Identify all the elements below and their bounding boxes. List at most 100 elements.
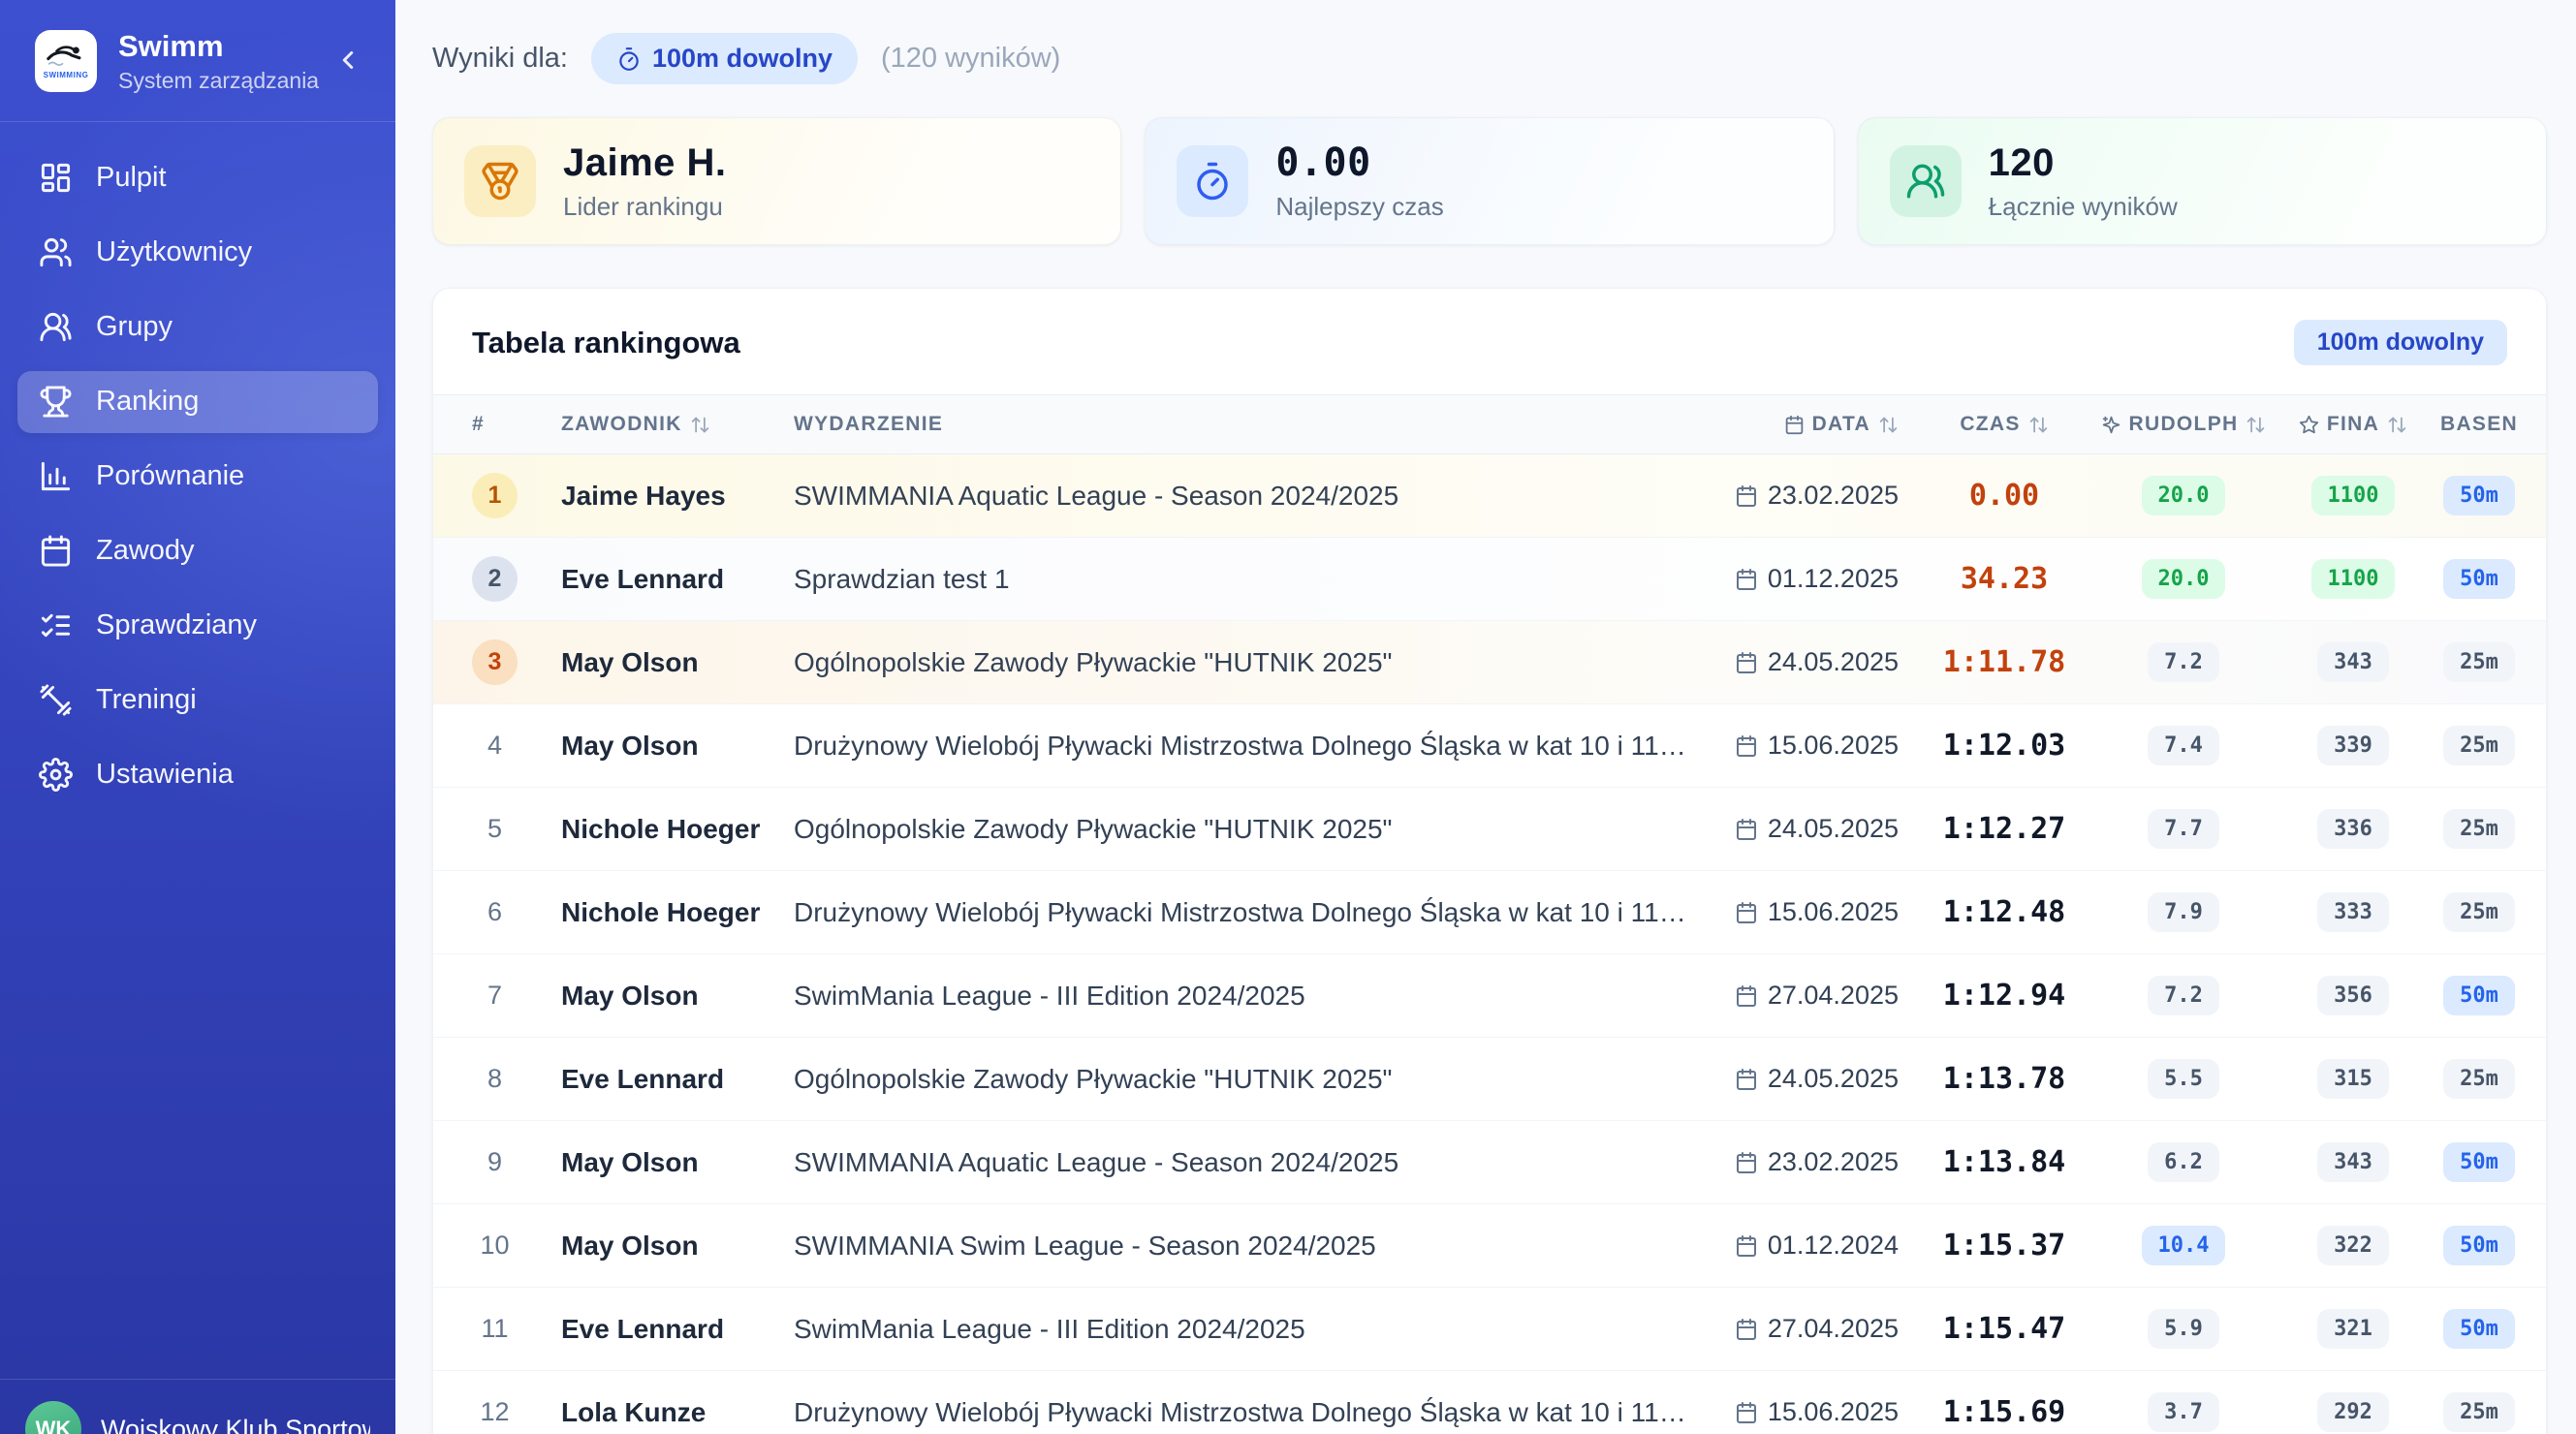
page-header: Wyniki dla: 100m dowolny (120 wyników): [432, 33, 2547, 84]
calendar-icon: [1735, 1318, 1758, 1341]
calendar-icon: [1735, 1151, 1758, 1174]
table-header-row: # Zawodnik Wydarzenie Data Czas Rudolph: [433, 394, 2546, 454]
leader-label: Lider rankingu: [563, 192, 727, 222]
calendar-icon: [1735, 484, 1758, 508]
table-row[interactable]: 6 Nichole Hoeger Drużynowy Wielobój Pływ…: [433, 871, 2546, 954]
table-row[interactable]: 10 May Olson SWIMMANIA Swim League - Sea…: [433, 1204, 2546, 1288]
logo-caption: SWIMMING: [44, 71, 89, 79]
pool-badge: 25m: [2443, 642, 2515, 682]
table-card-header: Tabela rankingowa 100m dowolny: [433, 289, 2546, 394]
rank-badge: 5: [472, 806, 518, 852]
event-name: SWIMMANIA Swim League - Season 2024/2025: [794, 1231, 1718, 1262]
athlete-name: May Olson: [561, 647, 794, 678]
fina-badge: 356: [2317, 976, 2389, 1015]
stat-cards: Jaime H. Lider rankingu 0.00 Najlepszy c…: [432, 117, 2547, 245]
pool-badge: 25m: [2443, 1392, 2515, 1432]
rudolph-badge: 10.4: [2142, 1226, 2226, 1265]
rank-badge: 12: [472, 1389, 518, 1434]
sidebar-item-label: Użytkownicy: [96, 236, 252, 268]
event-name: Ogólnopolskie Zawody Pływackie "HUTNIK 2…: [794, 1064, 1718, 1095]
rudolph-badge: 7.7: [2148, 809, 2219, 849]
table-row[interactable]: 8 Eve Lennard Ogólnopolskie Zawody Pływa…: [433, 1038, 2546, 1121]
rudolph-badge: 6.2: [2148, 1142, 2219, 1182]
sidebar-item-pulpit[interactable]: Pulpit: [17, 147, 378, 209]
results-for-label: Wyniki dla:: [432, 43, 568, 75]
stopwatch-icon: [616, 47, 642, 72]
rudolph-badge: 20.0: [2142, 476, 2226, 515]
table-row[interactable]: 9 May Olson SWIMMANIA Aquatic League - S…: [433, 1121, 2546, 1204]
table-event-chip[interactable]: 100m dowolny: [2294, 320, 2507, 365]
rudolph-badge: 20.0: [2142, 559, 2226, 599]
date-value: 24.05.2025: [1768, 647, 1899, 677]
rank-badge: 8: [472, 1056, 518, 1102]
app-logo: SWIMMING: [35, 30, 97, 92]
table-row[interactable]: 11 Eve Lennard SwimMania League - III Ed…: [433, 1288, 2546, 1371]
time-value: 1:15.47: [1912, 1312, 2096, 1346]
group-icon: [39, 310, 73, 344]
sidebar-item-grupy[interactable]: Grupy: [17, 296, 378, 358]
col-header-data[interactable]: Data: [1718, 413, 1912, 436]
sidebar-item-sprawdziany[interactable]: Sprawdziany: [17, 595, 378, 657]
bar-chart-icon: [39, 459, 73, 493]
date-cell: 27.04.2025: [1718, 981, 1912, 1011]
sidebar-item-porownanie[interactable]: Porównanie: [17, 446, 378, 508]
athlete-name: May Olson: [561, 1147, 794, 1178]
sidebar-item-treningi[interactable]: Treningi: [17, 670, 378, 732]
date-value: 15.06.2025: [1768, 731, 1899, 761]
pool-badge: 25m: [2443, 892, 2515, 932]
calendar-icon: [1784, 415, 1805, 435]
sidebar-user[interactable]: WK Wojskowy Klub Sportowy ...: [0, 1379, 395, 1434]
col-header-fina[interactable]: FINA: [2271, 413, 2435, 436]
col-header-czas[interactable]: Czas: [1912, 413, 2096, 436]
sidebar-item-uzytkownicy[interactable]: Użytkownicy: [17, 222, 378, 284]
table-row[interactable]: 2 Eve Lennard Sprawdzian test 1 01.12.20…: [433, 538, 2546, 621]
rank-badge: 11: [472, 1306, 518, 1352]
star-icon: [2299, 415, 2319, 435]
athlete-name: May Olson: [561, 731, 794, 762]
event-chip-label: 100m dowolny: [652, 44, 832, 74]
rudolph-badge: 7.9: [2148, 892, 2219, 932]
rudolph-badge: 3.7: [2148, 1392, 2219, 1432]
time-value: 0.00: [1912, 479, 2096, 513]
athlete-name: May Olson: [561, 1231, 794, 1262]
event-name: Sprawdzian test 1: [794, 564, 1718, 595]
sidebar-item-ustawienia[interactable]: Ustawienia: [17, 744, 378, 806]
pool-badge: 50m: [2443, 1309, 2515, 1349]
date-value: 24.05.2025: [1768, 814, 1899, 844]
event-filter-chip[interactable]: 100m dowolny: [591, 33, 858, 84]
pool-badge: 25m: [2443, 809, 2515, 849]
sidebar-item-label: Pulpit: [96, 162, 167, 194]
sidebar: SWIMMING Swimm System zarządzania Pulpit…: [0, 0, 395, 1434]
calendar-icon: [1735, 818, 1758, 841]
people-icon: [1890, 145, 1962, 217]
sidebar-collapse-button[interactable]: [328, 40, 368, 83]
table-row[interactable]: 12 Lola Kunze Drużynowy Wielobój Pływack…: [433, 1371, 2546, 1434]
event-name: SwimMania League - III Edition 2024/2025: [794, 981, 1718, 1012]
date-cell: 24.05.2025: [1718, 814, 1912, 844]
pool-badge: 25m: [2443, 726, 2515, 765]
time-value: 1:13.78: [1912, 1062, 2096, 1096]
date-cell: 15.06.2025: [1718, 731, 1912, 761]
stat-card-best-time: 0.00 Najlepszy czas: [1145, 117, 1834, 245]
fina-badge: 343: [2317, 1142, 2389, 1182]
sort-icon: [1878, 415, 1899, 435]
table-row[interactable]: 4 May Olson Drużynowy Wielobój Pływacki …: [433, 704, 2546, 788]
table-row[interactable]: 5 Nichole Hoeger Ogólnopolskie Zawody Pł…: [433, 788, 2546, 871]
rank-badge: 4: [472, 723, 518, 768]
col-header-rudolph[interactable]: Rudolph: [2096, 413, 2271, 436]
table-row[interactable]: 7 May Olson SwimMania League - III Editi…: [433, 954, 2546, 1038]
event-name: Ogólnopolskie Zawody Pływackie "HUTNIK 2…: [794, 814, 1718, 845]
table-row[interactable]: 1 Jaime Hayes SWIMMANIA Aquatic League -…: [433, 454, 2546, 538]
fina-badge: 1100: [2311, 559, 2396, 599]
stat-card-leader: Jaime H. Lider rankingu: [432, 117, 1121, 245]
trophy-icon: [39, 385, 73, 419]
rudolph-badge: 7.2: [2148, 642, 2219, 682]
table-row[interactable]: 3 May Olson Ogólnopolskie Zawody Pływack…: [433, 621, 2546, 704]
col-header-zawodnik[interactable]: Zawodnik: [561, 413, 794, 436]
sidebar-item-label: Porównanie: [96, 460, 244, 492]
date-cell: 23.02.2025: [1718, 481, 1912, 511]
sidebar-item-zawody[interactable]: Zawody: [17, 520, 378, 582]
time-value: 1:15.37: [1912, 1229, 2096, 1263]
sidebar-item-ranking[interactable]: Ranking: [17, 371, 378, 433]
sort-icon: [2028, 415, 2049, 435]
